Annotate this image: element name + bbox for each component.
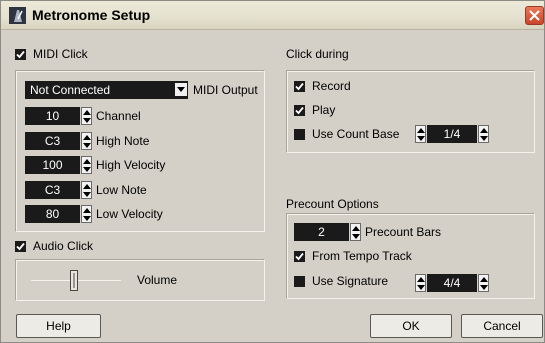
- spin-arrows-icon: [352, 226, 360, 239]
- low-velocity-field[interactable]: 80: [25, 205, 80, 223]
- low-velocity-label: Low Velocity: [96, 207, 163, 221]
- spin-arrows-icon: [83, 208, 91, 221]
- high-velocity-value: 100: [42, 158, 63, 172]
- count-base-value: 1/4: [443, 127, 461, 141]
- tempo-track-checkbox[interactable]: [294, 251, 305, 262]
- play-label: Play: [312, 103, 336, 117]
- precount-bars-spin[interactable]: [350, 223, 361, 241]
- checkmark-icon: [16, 242, 25, 251]
- checkmark-icon: [295, 82, 304, 91]
- precount-bars-field[interactable]: 2: [294, 223, 349, 241]
- volume-label: Volume: [137, 273, 178, 287]
- low-note-field[interactable]: C3: [25, 181, 80, 199]
- click-during-title: Click during: [286, 47, 349, 61]
- window-title: Metronome Setup: [32, 7, 151, 23]
- dropdown-arrow[interactable]: [175, 83, 187, 96]
- play-checkbox[interactable]: [294, 105, 305, 116]
- signature-spin-left[interactable]: [415, 274, 426, 292]
- count-base-spin-right[interactable]: [478, 125, 489, 143]
- spin-arrows-icon: [480, 128, 488, 141]
- checkmark-icon: [295, 252, 304, 261]
- count-base-field[interactable]: 1/4: [427, 125, 477, 143]
- tempo-track-label: From Tempo Track: [312, 249, 412, 263]
- signature-value: 4/4: [443, 276, 461, 290]
- count-base-label: Use Count Base: [312, 127, 400, 141]
- metronome-icon: [9, 7, 26, 24]
- close-icon: [529, 10, 540, 21]
- ok-button-label: OK: [402, 319, 420, 333]
- signature-spin-right[interactable]: [478, 274, 489, 292]
- spin-arrows-icon: [83, 184, 91, 197]
- high-velocity-spin[interactable]: [81, 156, 92, 174]
- cancel-button-label: Cancel: [483, 319, 521, 333]
- midi-click-label: MIDI Click: [33, 47, 88, 61]
- precount-bars-value: 2: [318, 225, 325, 239]
- channel-field[interactable]: 10: [25, 107, 80, 125]
- signature-checkbox[interactable]: [294, 276, 305, 287]
- midi-click-checkbox[interactable]: [15, 49, 26, 60]
- channel-label: Channel: [96, 109, 141, 123]
- volume-slider-thumb[interactable]: [70, 270, 78, 291]
- signature-field[interactable]: 4/4: [427, 274, 477, 292]
- spin-arrows-icon: [83, 135, 91, 148]
- low-velocity-value: 80: [45, 207, 60, 221]
- high-velocity-field[interactable]: 100: [25, 156, 80, 174]
- count-base-checkbox[interactable]: [294, 129, 305, 140]
- spin-arrows-icon: [480, 277, 488, 290]
- midi-output-value: Not Connected: [30, 83, 111, 97]
- low-note-value: C3: [44, 183, 61, 197]
- count-base-spin-left[interactable]: [415, 125, 426, 143]
- precount-title: Precount Options: [286, 197, 379, 211]
- ok-button[interactable]: OK: [370, 314, 452, 338]
- channel-spin[interactable]: [81, 107, 92, 125]
- channel-value: 10: [45, 109, 60, 123]
- midi-output-label: MIDI Output: [193, 83, 258, 97]
- title-bar[interactable]: Metronome Setup: [1, 1, 544, 30]
- metronome-setup-dialog: Metronome Setup MIDI Click Not Connected…: [0, 0, 545, 343]
- audio-click-checkbox[interactable]: [15, 241, 26, 252]
- spin-arrows-icon: [83, 110, 91, 123]
- checkmark-icon: [16, 50, 25, 59]
- spin-arrows-icon: [417, 128, 425, 141]
- spin-arrows-icon: [83, 159, 91, 172]
- record-label: Record: [312, 79, 351, 93]
- audio-click-label: Audio Click: [33, 239, 94, 253]
- help-button[interactable]: Help: [16, 314, 101, 338]
- high-velocity-label: High Velocity: [96, 158, 166, 172]
- record-checkbox[interactable]: [294, 81, 305, 92]
- close-button[interactable]: [525, 6, 544, 25]
- spin-arrows-icon: [417, 277, 425, 290]
- high-note-field[interactable]: C3: [25, 132, 80, 150]
- signature-label: Use Signature: [312, 274, 389, 288]
- low-velocity-spin[interactable]: [81, 205, 92, 223]
- checkmark-icon: [295, 106, 304, 115]
- high-note-value: C3: [44, 134, 61, 148]
- precount-bars-label: Precount Bars: [365, 225, 442, 239]
- cancel-button[interactable]: Cancel: [461, 314, 543, 338]
- high-note-label: High Note: [96, 134, 150, 148]
- low-note-label: Low Note: [96, 183, 147, 197]
- high-note-spin[interactable]: [81, 132, 92, 150]
- low-note-spin[interactable]: [81, 181, 92, 199]
- chevron-down-icon: [177, 87, 185, 92]
- help-button-label: Help: [46, 319, 71, 333]
- midi-output-dropdown[interactable]: Not Connected: [25, 81, 188, 99]
